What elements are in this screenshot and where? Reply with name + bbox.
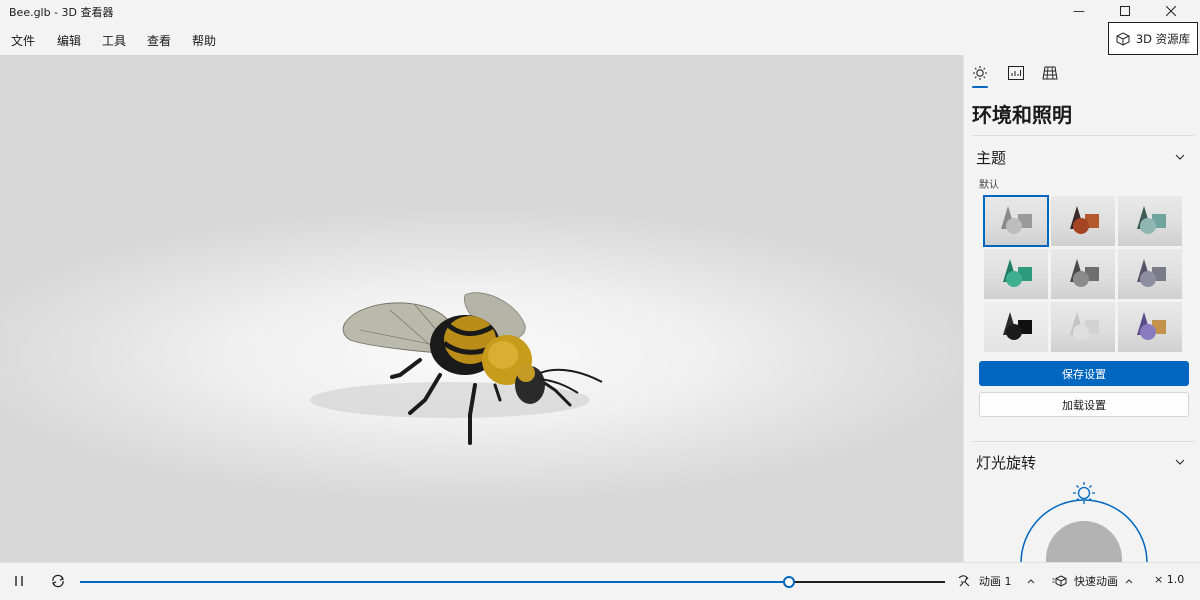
minimize-button[interactable]: — (1056, 0, 1102, 22)
active-tab-indicator (972, 86, 988, 88)
stats-icon (1008, 66, 1024, 80)
close-button[interactable] (1148, 0, 1194, 22)
theme-swatch-gray[interactable] (1051, 249, 1115, 299)
sun-icon (973, 66, 987, 80)
3d-viewport[interactable] (0, 55, 963, 562)
theme-swatch-multi[interactable] (1118, 302, 1182, 352)
theme-swatch-default[interactable] (983, 195, 1049, 247)
timeline-progress (80, 581, 790, 583)
timeline-thumb[interactable] (783, 576, 796, 588)
theme-swatch-dark[interactable] (984, 302, 1048, 352)
quick-animation-label: 快速动画 (1074, 575, 1118, 588)
theme-swatch-purple-gray[interactable] (1118, 249, 1182, 299)
save-settings-button[interactable]: 保存设置 (979, 361, 1189, 386)
loop-icon (52, 574, 64, 588)
bee-animation-icon (958, 575, 970, 587)
panel-title: 环境和照明 (972, 103, 1072, 127)
chevron-down-icon[interactable] (1174, 151, 1186, 163)
divider (972, 441, 1194, 442)
animation-label: 动画 1 (979, 575, 1012, 588)
theme-heading[interactable]: 主题 (976, 147, 1006, 168)
stats-tab[interactable] (1006, 63, 1026, 83)
theme-swatch-grid (983, 195, 1190, 352)
chevron-down-icon[interactable] (1174, 456, 1186, 468)
cube-icon (1116, 31, 1130, 46)
menu-view[interactable]: 查看 (147, 32, 171, 49)
window-title: Bee.glb - 3D 查看器 (9, 6, 114, 19)
speed-label: × 1.0 (1154, 573, 1185, 586)
animation-selector[interactable]: 动画 1 (957, 573, 1036, 589)
menu-edit[interactable]: 编辑 (57, 32, 81, 49)
pause-icon (15, 576, 23, 586)
maximize-icon (1120, 6, 1130, 16)
theme-swatch-green[interactable] (984, 249, 1048, 299)
loop-button[interactable] (50, 574, 66, 588)
grid-icon (1042, 66, 1058, 80)
menu-bar: 文件 编辑 工具 查看 帮助 (0, 22, 1200, 55)
quick-animation-selector[interactable]: 快速动画 (1052, 573, 1134, 589)
lighting-tab[interactable] (970, 63, 990, 83)
bee-model (310, 292, 603, 445)
playback-speed[interactable]: × 1.0 (1154, 573, 1184, 586)
menu-help[interactable]: 帮助 (192, 32, 216, 49)
theme-swatch-teal[interactable] (1118, 196, 1182, 246)
divider (972, 135, 1194, 136)
animation-timeline[interactable] (80, 576, 945, 588)
grid-tab[interactable] (1040, 63, 1060, 83)
load-settings-button[interactable]: 加载设置 (979, 392, 1189, 417)
light-rotation-dial[interactable] (1019, 475, 1149, 562)
quick-animation-icon (1052, 575, 1067, 587)
chevron-up-icon (1125, 579, 1133, 584)
3d-library-button[interactable]: 3D 资源库 (1108, 22, 1198, 55)
light-rotation-heading[interactable]: 灯光旋转 (976, 452, 1036, 473)
minimize-icon: — (1073, 4, 1085, 18)
close-icon (1166, 6, 1176, 16)
theme-swatch-light[interactable] (1051, 302, 1115, 352)
playback-bar: 动画 1 快速动画 × 1.0 (0, 562, 1200, 600)
pause-button[interactable] (12, 574, 26, 588)
theme-swatch-warm[interactable] (1051, 196, 1115, 246)
menu-file[interactable]: 文件 (11, 32, 35, 49)
theme-current-label: 默认 (979, 180, 999, 191)
menu-tools[interactable]: 工具 (102, 32, 126, 49)
chevron-up-icon (1027, 579, 1034, 584)
environment-panel: 环境和照明 主题 默认 保存设置 加载设置 灯光旋转 (963, 55, 1200, 562)
maximize-button[interactable] (1102, 0, 1148, 22)
3d-library-label: 3D 资源库 (1135, 31, 1191, 46)
title-bar: Bee.glb - 3D 查看器 — (0, 0, 1200, 22)
